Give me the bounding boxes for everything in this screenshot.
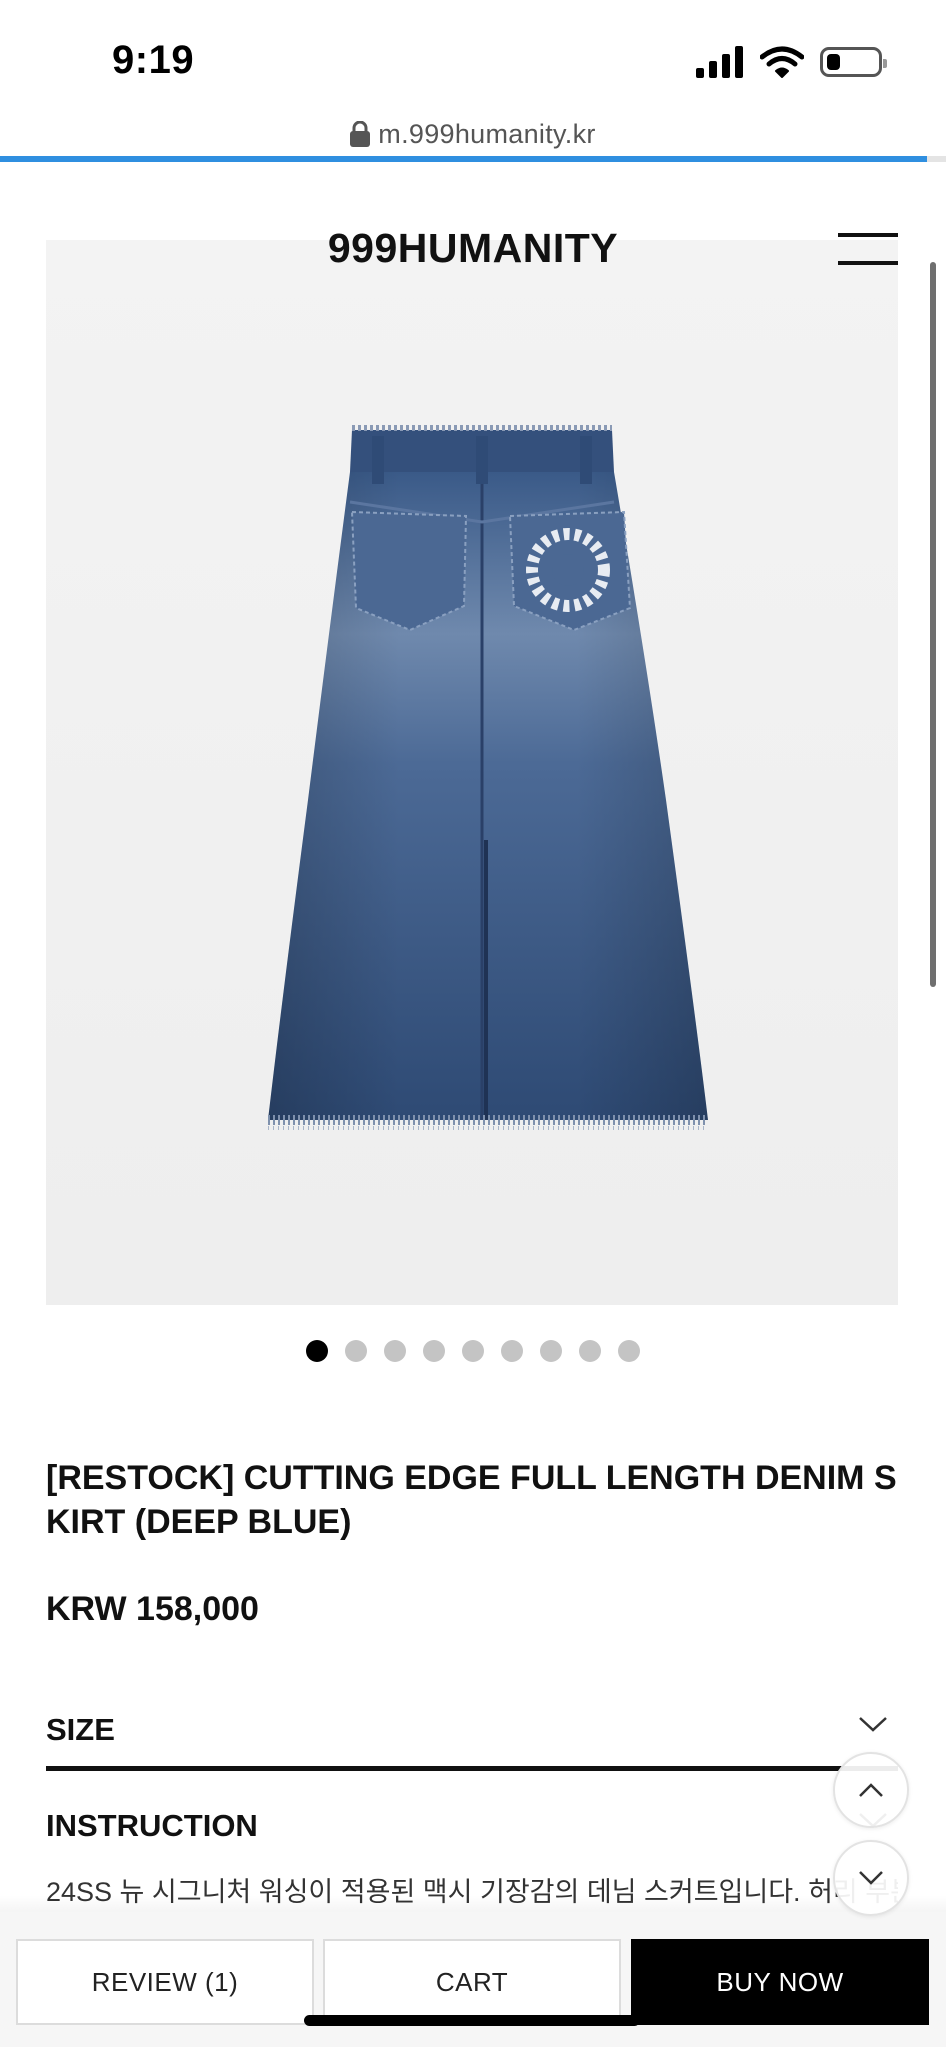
gallery-dot-7[interactable] [540,1340,562,1362]
chevron-down-icon [859,1717,887,1732]
status-time: 9:19 [112,38,195,82]
cellular-signal-icon [696,46,743,78]
url-text: m.999humanity.kr [378,118,596,149]
lock-icon [350,121,371,147]
product-image[interactable] [46,240,898,1305]
scroll-to-bottom-button[interactable] [833,1840,909,1916]
product-price: KRW 158,000 [46,1590,259,1628]
battery-icon [820,47,887,77]
hamburger-menu-icon[interactable] [838,233,898,269]
gallery-dot-6[interactable] [501,1340,523,1362]
status-bar: 9:19 [0,0,946,120]
review-button[interactable]: REVIEW (1) [16,1939,314,2025]
page-load-progress-fill [0,156,928,162]
buy-now-button[interactable]: BUY NOW [631,1939,929,2025]
site-header: 999HUMANITY [0,215,946,285]
address-bar[interactable]: m.999humanity.kr [0,112,946,156]
gallery-dot-8[interactable] [579,1340,601,1362]
chevron-down-icon [859,1871,883,1885]
size-accordion[interactable]: SIZE [46,1712,898,1762]
status-icons [696,46,887,78]
wifi-icon [760,46,804,78]
chevron-up-icon [859,1783,883,1797]
gallery-dot-4[interactable] [423,1340,445,1362]
cart-button[interactable]: CART [323,1939,621,2025]
instruction-accordion[interactable]: INSTRUCTION [46,1808,898,1858]
brand-logo[interactable]: 999HUMANITY [0,225,946,272]
gallery-pagination [0,1340,946,1362]
page-load-progress [0,156,946,162]
size-divider [46,1766,898,1771]
denim-skirt-image [268,425,708,1130]
gallery-dot-3[interactable] [384,1340,406,1362]
product-title: [RESTOCK] CUTTING EDGE FULL LENGTH DENIM… [46,1459,897,1541]
page-scrollbar[interactable] [930,262,936,987]
bottom-action-bar: REVIEW (1) CART BUY NOW [0,1912,946,2047]
size-label: SIZE [46,1712,115,1747]
scroll-to-top-button[interactable] [833,1752,909,1828]
gallery-dot-1[interactable] [306,1340,328,1362]
home-indicator[interactable] [304,2015,640,2026]
gallery-dot-2[interactable] [345,1340,367,1362]
instruction-label: INSTRUCTION [46,1808,258,1843]
battery-level [827,54,840,70]
gallery-dot-9[interactable] [618,1340,640,1362]
gallery-dot-5[interactable] [462,1340,484,1362]
